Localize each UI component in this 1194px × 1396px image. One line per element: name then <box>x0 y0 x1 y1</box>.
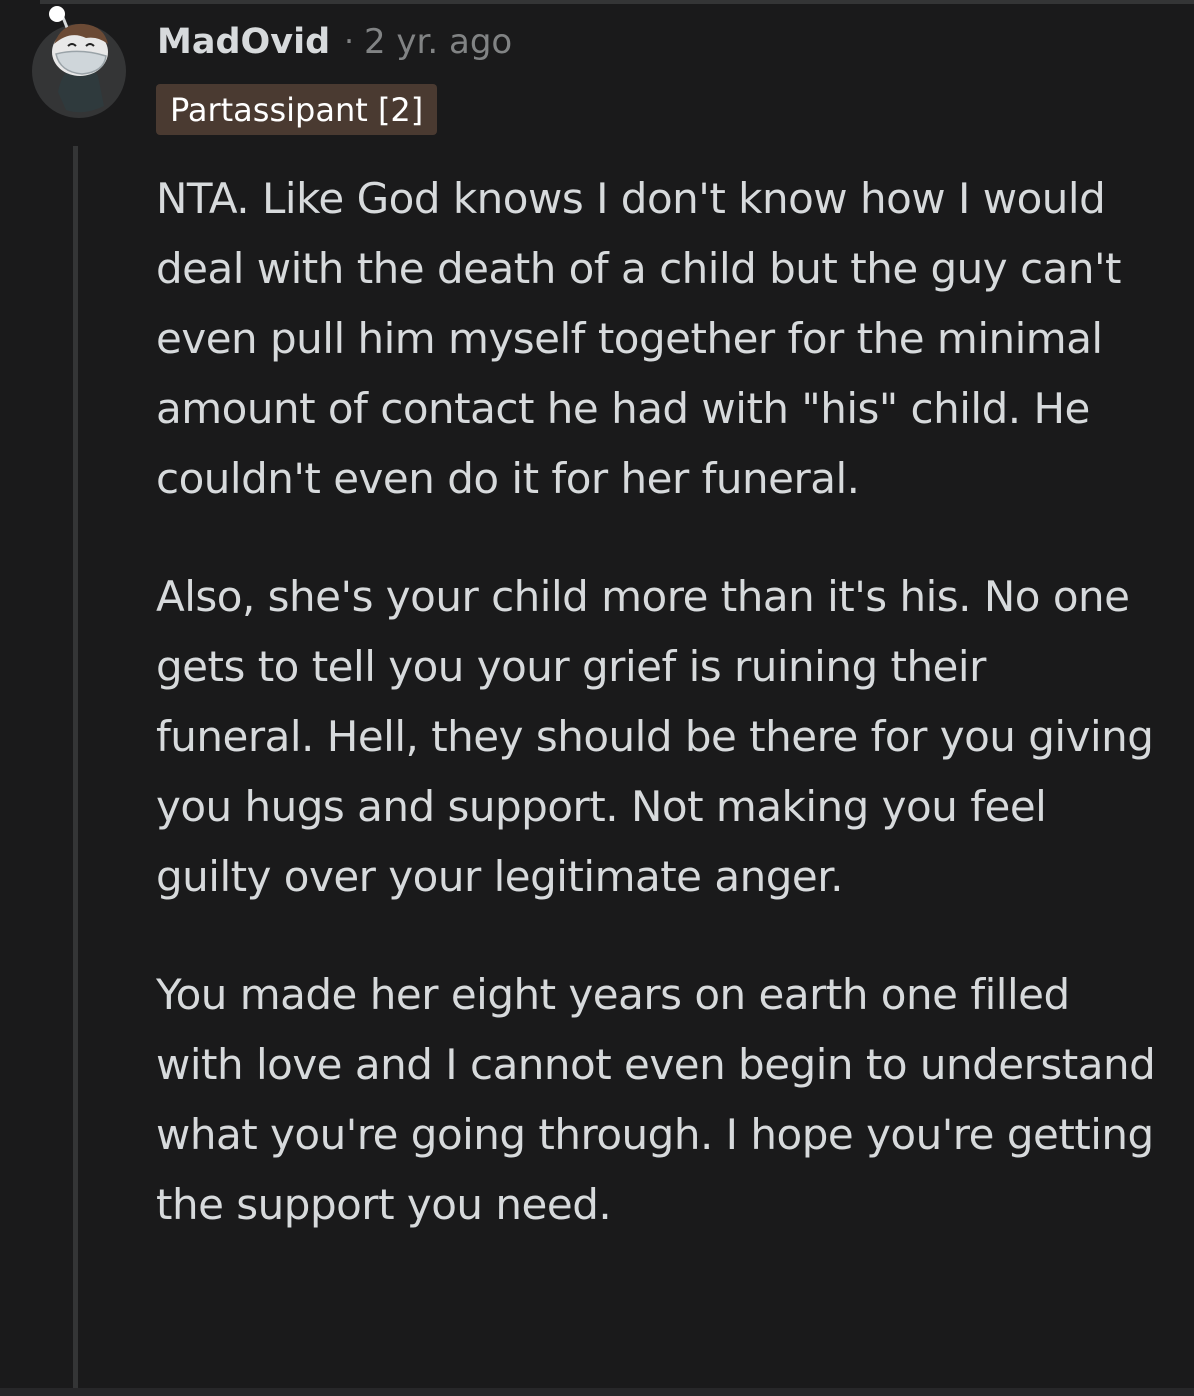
thread-collapse-line[interactable] <box>73 146 78 1388</box>
meta-separator: · <box>344 24 354 60</box>
comment-body: NTA. Like God knows I don't know how I w… <box>156 164 1156 1240</box>
comment-paragraph-2: Also, she's your child more than it's hi… <box>156 572 1154 901</box>
thread-top-border <box>40 0 1194 4</box>
author-username[interactable]: MadOvid <box>157 22 330 62</box>
snoo-avatar-icon <box>49 6 108 113</box>
user-flair: Partassipant [2] <box>156 84 438 135</box>
thread-bottom-border <box>0 1388 1194 1396</box>
comment-paragraph-1: NTA. Like God knows I don't know how I w… <box>156 174 1121 503</box>
comment-timestamp[interactable]: 2 yr. ago <box>364 22 512 62</box>
comment-paragraph-3: You made her eight years on earth one fi… <box>156 970 1156 1229</box>
user-avatar[interactable] <box>32 6 126 118</box>
comment-header: MadOvid · 2 yr. ago <box>157 18 512 66</box>
